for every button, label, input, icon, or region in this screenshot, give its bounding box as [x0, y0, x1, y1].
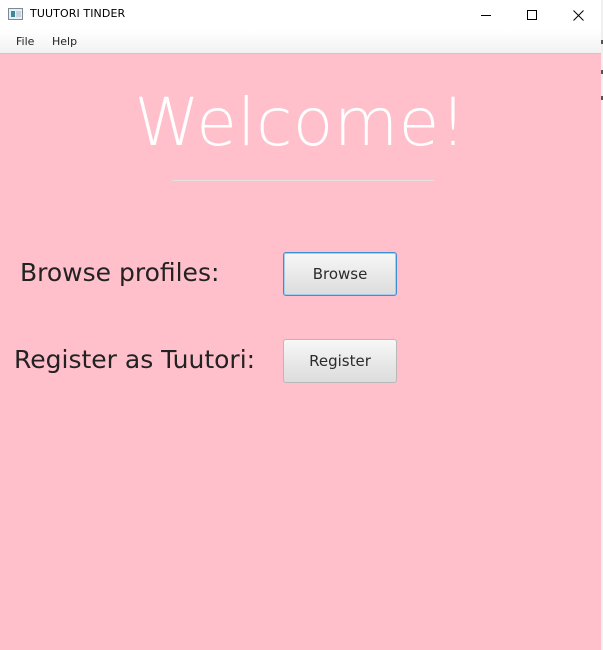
browse-button[interactable]: Browse [283, 252, 397, 296]
maximize-button[interactable] [509, 0, 555, 30]
register-button[interactable]: Register [283, 339, 397, 383]
maximize-icon [527, 10, 537, 20]
browse-profiles-label: Browse profiles: [20, 258, 220, 287]
main-content: Welcome! Browse profiles: Browse Registe… [0, 54, 601, 650]
close-button[interactable] [555, 0, 601, 30]
heading-divider [172, 180, 434, 181]
window-title: TUUTORI TINDER [30, 7, 126, 20]
menu-file[interactable]: File [16, 35, 34, 48]
title-bar[interactable]: TUUTORI TINDER [0, 0, 601, 30]
app-window-icon [8, 8, 23, 20]
menu-bar: File Help [0, 30, 601, 54]
welcome-heading: Welcome! [134, 84, 467, 161]
register-tuutori-label: Register as Tuutori: [14, 345, 256, 374]
app-window: TUUTORI TINDER File Help Welcome! Browse… [0, 0, 602, 650]
menu-help[interactable]: Help [52, 35, 77, 48]
minimize-button[interactable] [463, 0, 509, 30]
minimize-icon [481, 15, 491, 16]
close-icon [572, 9, 584, 21]
